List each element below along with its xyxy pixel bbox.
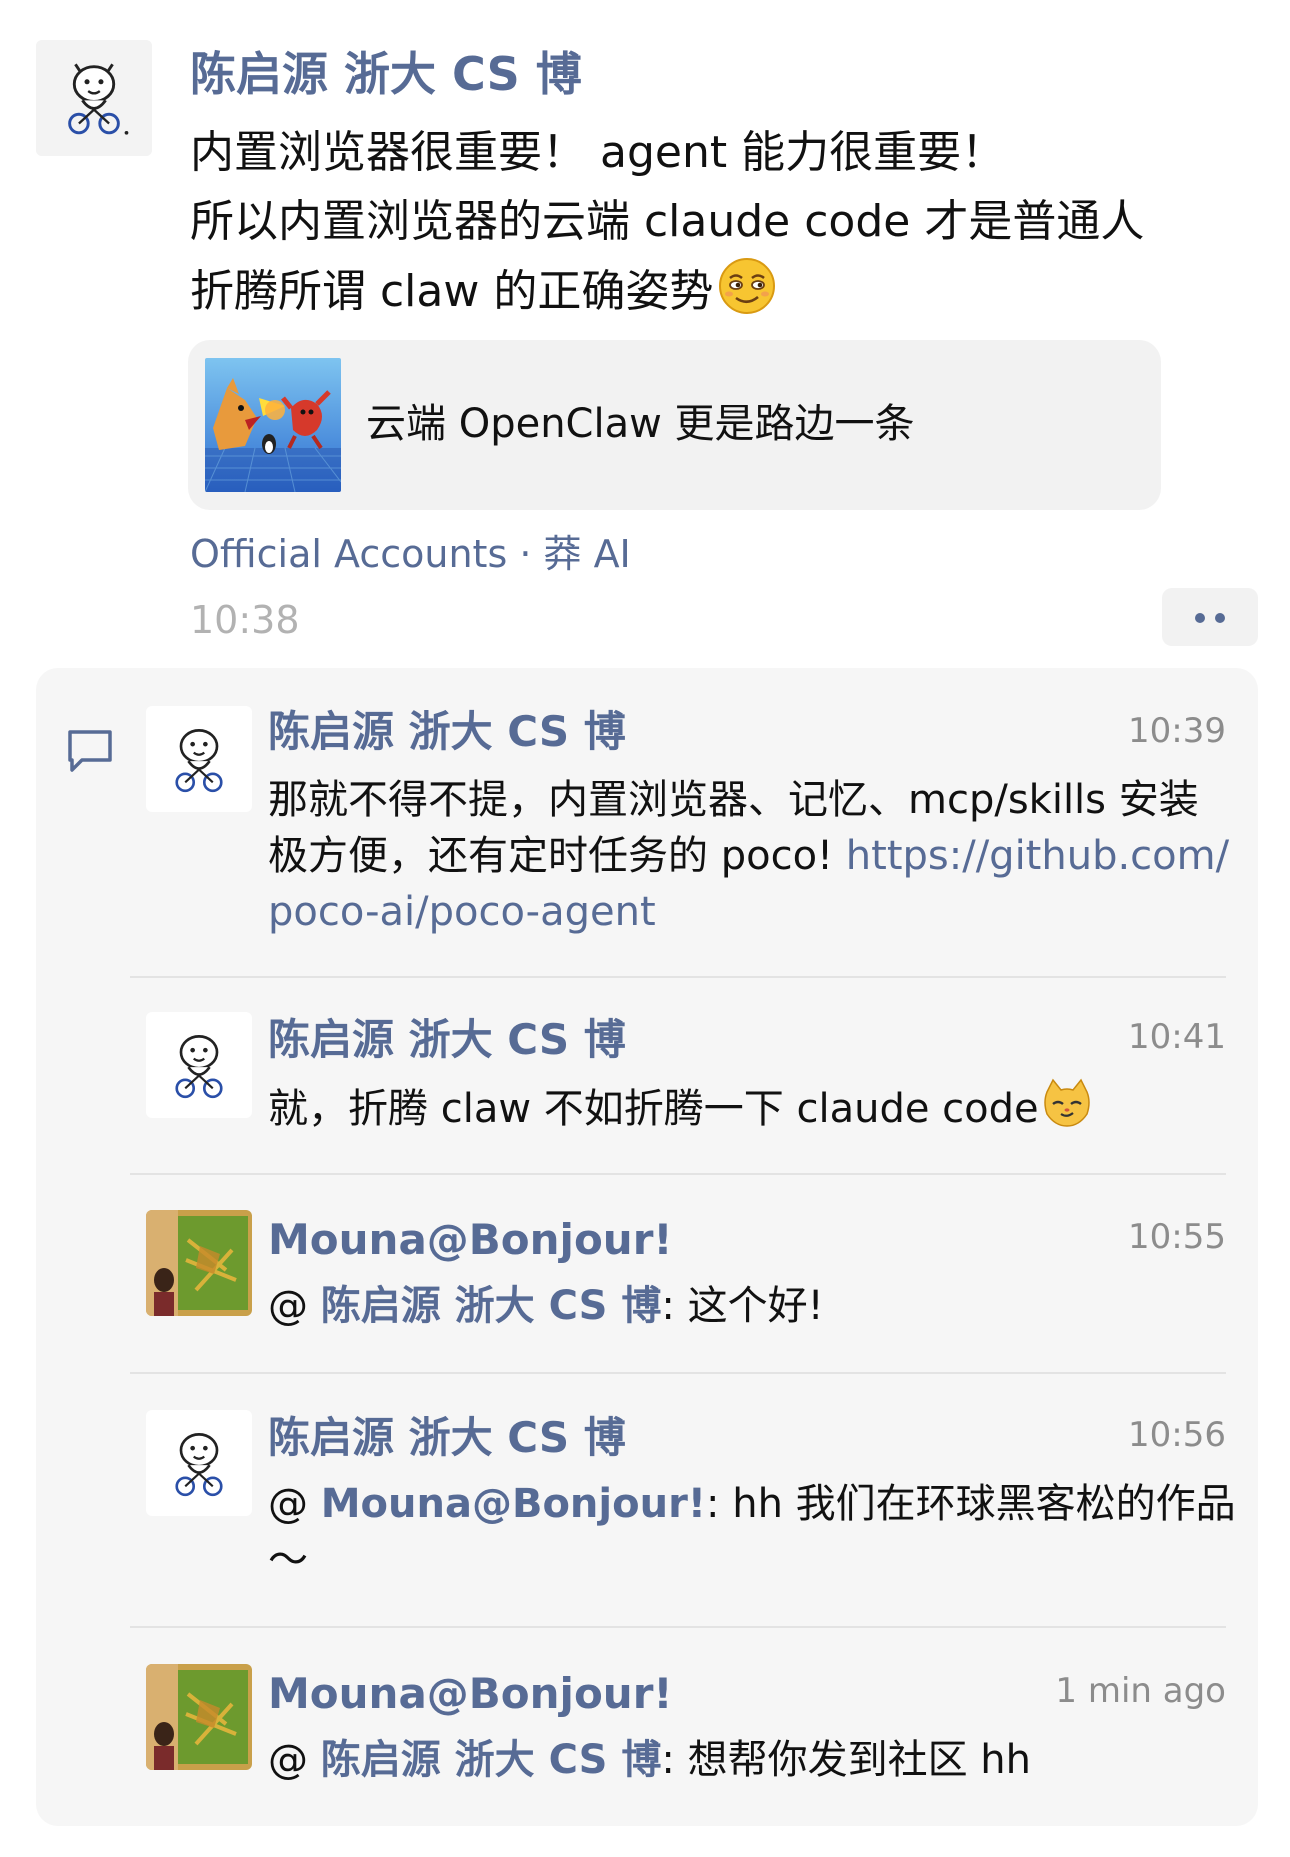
mentioned-user[interactable]: Mouna@Bonjour!	[321, 1481, 706, 1527]
post-text: 内置浏览器很重要！ agent 能力很重要！ 所以内置浏览器的云端 claude…	[190, 118, 1270, 326]
comment-divider	[130, 976, 1226, 978]
doodle-avatar-icon	[146, 1410, 252, 1516]
commenter-avatar[interactable]	[146, 706, 252, 812]
article-title: 云端 OpenClaw 更是路边一条	[366, 401, 915, 447]
mentioned-user[interactable]: 陈启源 浙大 CS 博	[321, 1737, 662, 1783]
commenter-name[interactable]: 陈启源 浙大 CS 博	[268, 1012, 626, 1068]
post-text-line: 内置浏览器很重要！ agent 能力很重要！	[190, 127, 1006, 178]
article-thumbnail-image	[205, 358, 341, 492]
comment-text: @ 陈启源 浙大 CS 博: 想帮你发到社区 hh	[268, 1732, 1238, 1788]
at-sign: @	[268, 1481, 321, 1527]
doodle-avatar-icon	[146, 706, 252, 812]
at-sign: @	[268, 1737, 321, 1783]
commenter-name[interactable]: 陈启源 浙大 CS 博	[268, 704, 626, 760]
comment-timestamp: 1 min ago	[1055, 1671, 1226, 1711]
smirk-emoji-icon	[719, 258, 776, 314]
photo-avatar-icon	[146, 1210, 252, 1316]
comment-text: @ Mouna@Bonjour!: hh 我们在环球黑客松的作品～	[268, 1476, 1238, 1588]
post-author-name[interactable]: 陈启源 浙大 CS 博	[190, 42, 582, 106]
comment-text: @ 陈启源 浙大 CS 博: 这个好!	[268, 1278, 1238, 1334]
comment-timestamp: 10:55	[1128, 1217, 1226, 1257]
comment-text: 那就不得不提，内置浏览器、记忆、mcp/skills 安装极方便，还有定时任务的…	[268, 772, 1238, 940]
comment-body: : 想帮你发到社区 hh	[661, 1737, 1032, 1783]
doodle-avatar-icon	[146, 1012, 252, 1118]
mentioned-user[interactable]: 陈启源 浙大 CS 博	[321, 1283, 662, 1329]
post-text-line: 折腾所谓 claw 的正确姿势	[190, 266, 714, 317]
photo-avatar-icon	[146, 1664, 252, 1770]
commenter-name[interactable]: 陈启源 浙大 CS 博	[268, 1410, 626, 1466]
comment-timestamp: 10:56	[1128, 1415, 1226, 1455]
author-avatar[interactable]	[36, 40, 152, 156]
more-actions-button[interactable]	[1162, 588, 1258, 646]
comment-divider	[130, 1372, 1226, 1374]
comment-divider	[130, 1626, 1226, 1628]
post-text-line: 所以内置浏览器的云端 claude code 才是普通人	[190, 196, 1145, 247]
comment-icon	[68, 730, 112, 772]
post-text-line-with-emoji: 折腾所谓 claw 的正确姿势	[190, 256, 1270, 326]
commenter-avatar[interactable]	[146, 1410, 252, 1516]
comment-body: 就，折腾 claw 不如折腾一下 claude code	[268, 1086, 1039, 1132]
post-timestamp: 10:38	[190, 598, 300, 642]
at-sign: @	[268, 1283, 321, 1329]
commenter-avatar[interactable]	[146, 1012, 252, 1118]
source-account-link[interactable]: Official Accounts · 莽 AI	[190, 528, 631, 580]
commenter-name[interactable]: Mouna@Bonjour!	[268, 1212, 673, 1268]
article-thumbnail	[205, 358, 341, 492]
shared-article-card[interactable]: 云端 OpenClaw 更是路边一条	[188, 340, 1161, 510]
dot-icon	[1215, 613, 1225, 623]
dot-icon	[1195, 613, 1205, 623]
commenter-avatar[interactable]	[146, 1664, 252, 1770]
comment-body: : 这个好!	[661, 1283, 824, 1329]
commenter-avatar[interactable]	[146, 1210, 252, 1316]
comment-timestamp: 10:41	[1128, 1017, 1226, 1057]
comment-timestamp: 10:39	[1128, 711, 1226, 751]
cat-emoji-icon	[1043, 1078, 1090, 1127]
comment-divider	[130, 1173, 1226, 1175]
comment-text: 就，折腾 claw 不如折腾一下 claude code	[268, 1078, 1238, 1137]
doodle-avatar-icon	[36, 40, 152, 156]
commenter-name[interactable]: Mouna@Bonjour!	[268, 1666, 673, 1722]
